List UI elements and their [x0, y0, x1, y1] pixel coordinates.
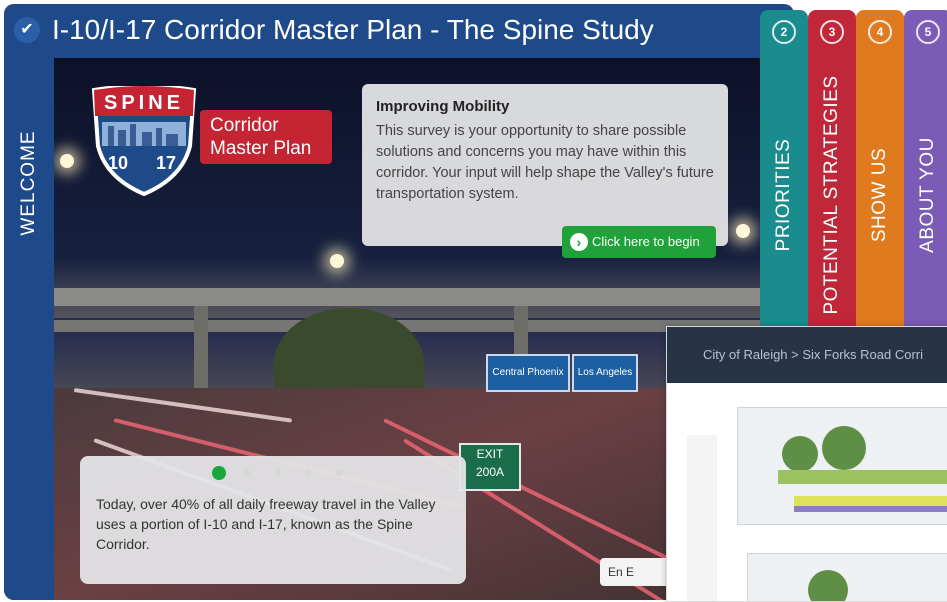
- breadcrumb[interactable]: City of Raleigh > Six Forks Road Corri: [703, 347, 923, 362]
- check-icon[interactable]: ✔: [14, 17, 40, 43]
- raleigh-header-bar: City of Raleigh > Six Forks Road Corri: [667, 327, 947, 383]
- spine-logo: SPINE 10 17: [86, 86, 202, 196]
- tree: [782, 436, 818, 472]
- begin-button[interactable]: › Click here to begin: [562, 226, 716, 258]
- exit-sign-label: EXIT: [476, 447, 504, 461]
- logo-route-17: 17: [156, 153, 177, 173]
- street-section-image: [737, 407, 947, 525]
- side-strip: [687, 435, 717, 601]
- carousel-dot[interactable]: [212, 466, 226, 480]
- overpass-pillar: [194, 306, 208, 396]
- info-card: Improving Mobility This survey is your o…: [362, 84, 728, 246]
- tab-step-2[interactable]: 2 PRIORITIES: [760, 10, 808, 332]
- page-title: I-10/I-17 Corridor Master Plan - The Spi…: [52, 14, 654, 45]
- logo-plan-line1: Corridor: [210, 115, 279, 136]
- highway-sign: Central Phoenix: [486, 354, 570, 392]
- info-heading: Improving Mobility: [376, 98, 510, 115]
- carousel-dot[interactable]: [274, 469, 281, 476]
- logo-plan-label: Corridor Master Plan: [200, 110, 332, 164]
- carousel-dot[interactable]: [305, 469, 312, 476]
- step-label: ABOUT YOU: [917, 137, 938, 253]
- begin-button-label: Click here to begin: [592, 234, 700, 249]
- street-lamp: [330, 254, 344, 268]
- step-number-badge: 2: [772, 20, 796, 44]
- logo-spine-text: SPINE: [103, 92, 185, 114]
- street-section-image-2: [747, 553, 947, 601]
- step-label: POTENTIAL STRATEGIES: [821, 75, 842, 315]
- tree: [808, 570, 848, 601]
- carousel-dot[interactable]: [243, 469, 250, 476]
- step-label: SHOW US: [869, 147, 890, 243]
- left-rail: WELCOME ?: [4, 58, 54, 600]
- step-number-badge: 5: [916, 20, 940, 44]
- language-button-label: En E: [608, 565, 635, 579]
- lane-green: [778, 470, 947, 484]
- logo-route-10: 10: [108, 153, 129, 173]
- exit-sign-number: 200A: [475, 465, 505, 479]
- tree: [822, 426, 866, 470]
- slide-caption: Today, over 40% of all daily freeway tra…: [80, 456, 466, 584]
- tab-step-4[interactable]: 4 SHOW US: [856, 10, 904, 332]
- tab-step-5[interactable]: 5 ABOUT YOU: [904, 10, 947, 332]
- street-lamp: [60, 154, 74, 168]
- tab-welcome[interactable]: WELCOME: [14, 118, 44, 248]
- lane-purple: [794, 506, 947, 512]
- exit-sign: EXIT 200A: [459, 443, 521, 491]
- highway-sign: Los Angeles: [572, 354, 638, 392]
- arrow-right-icon: ›: [570, 233, 588, 251]
- carousel-dot[interactable]: [336, 469, 343, 476]
- tab-welcome-label: WELCOME: [18, 130, 39, 236]
- overpass: [54, 288, 764, 306]
- raleigh-preview-card[interactable]: City of Raleigh > Six Forks Road Corri: [666, 326, 947, 602]
- logo-plan-line2: Master Plan: [210, 138, 312, 159]
- step-number-badge: 3: [820, 20, 844, 44]
- header-bar: ✔ I-10/I-17 Corridor Master Plan - The S…: [4, 4, 764, 58]
- tab-step-3[interactable]: 3 POTENTIAL STRATEGIES: [808, 10, 856, 332]
- street-lamp: [736, 224, 750, 238]
- lane-yellow: [794, 496, 947, 506]
- step-label: PRIORITIES: [773, 138, 794, 252]
- info-body: This survey is your opportunity to share…: [376, 123, 714, 202]
- step-number-badge: 4: [868, 20, 892, 44]
